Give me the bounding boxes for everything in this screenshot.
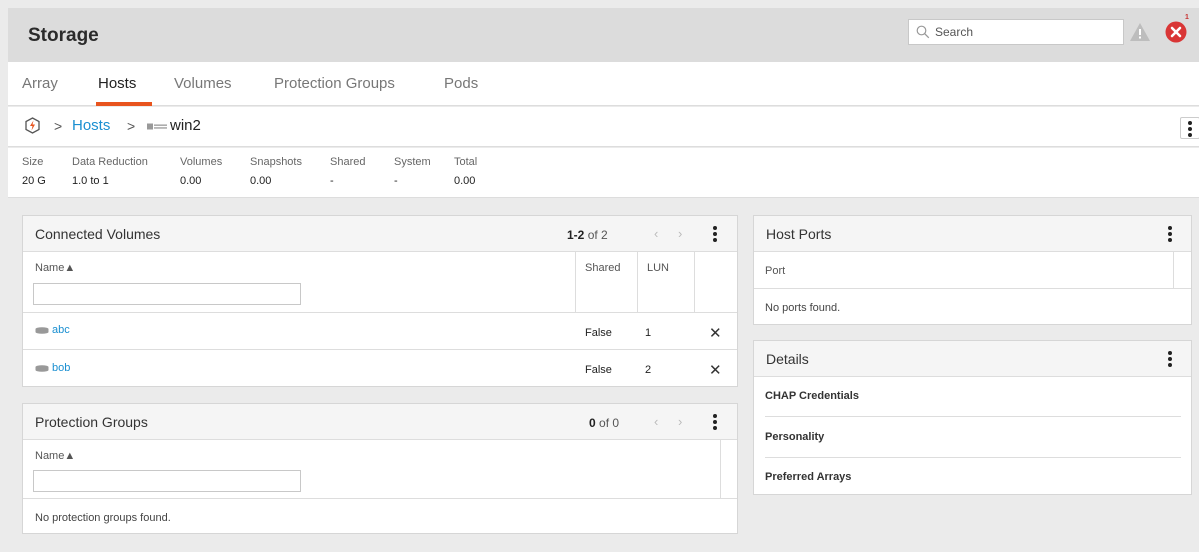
column-header-name[interactable]: Name▲ — [35, 262, 75, 274]
column-header-name[interactable]: Name▲ — [35, 450, 75, 462]
stat-snapshots-label: Snapshots — [250, 156, 302, 168]
kebab-icon[interactable] — [1168, 351, 1172, 369]
column-header-shared[interactable]: Shared — [585, 262, 620, 274]
empty-message: No protection groups found. — [35, 512, 171, 524]
row-divider — [754, 288, 1191, 289]
stat-system-value: - — [394, 175, 398, 187]
warning-icon[interactable] — [1129, 22, 1151, 42]
row-divider — [765, 416, 1181, 417]
name-filter-input[interactable] — [33, 283, 301, 305]
pager-count: 1-2 of 2 — [567, 228, 608, 242]
pager-total: of 2 — [587, 228, 608, 242]
error-alert-icon[interactable] — [1165, 21, 1187, 43]
page-header: Storage 1 — [8, 8, 1199, 62]
detail-chap-credentials[interactable]: CHAP Credentials — [765, 390, 859, 402]
volume-icon — [35, 327, 49, 334]
panel-header: Connected Volumes 1-2 of 2 ‹ › — [23, 216, 737, 252]
pager-range: 0 — [589, 416, 596, 430]
row-divider — [765, 457, 1181, 458]
host-actions-menu-button[interactable] — [1180, 117, 1199, 139]
host-icon — [147, 123, 167, 130]
details-panel: Details CHAP Credentials Personality Pre… — [753, 340, 1192, 495]
lun-cell: 1 — [645, 327, 652, 339]
pager-total: of 0 — [599, 416, 620, 430]
breadcrumb-current: win2 — [170, 117, 201, 134]
pager-arrows[interactable]: ‹ › — [654, 414, 690, 429]
tab-array[interactable]: Array — [22, 75, 58, 92]
lun-cell: 2 — [645, 364, 652, 376]
shared-cell: False — [585, 327, 612, 339]
column-header-lun[interactable]: LUN — [647, 262, 669, 274]
panel-title: Connected Volumes — [35, 226, 161, 242]
tab-bar: Array Hosts Volumes Protection Groups Po… — [8, 62, 1199, 106]
alert-count-badge: 1 — [1185, 14, 1189, 21]
column-divider — [575, 252, 576, 312]
volume-icon — [35, 365, 49, 372]
detail-personality[interactable]: Personality — [765, 431, 824, 443]
panel-title: Host Ports — [766, 226, 832, 242]
stat-system-label: System — [394, 156, 431, 168]
volume-link[interactable]: bob — [52, 362, 70, 374]
kebab-icon — [1188, 121, 1192, 137]
stat-snapshots-value: 0.00 — [250, 175, 272, 187]
host-ports-panel: Host Ports Port No ports found. — [753, 215, 1192, 325]
tab-protection-groups[interactable]: Protection Groups — [274, 75, 395, 92]
stat-shared-value: - — [330, 175, 334, 187]
column-header-port[interactable]: Port — [765, 265, 785, 277]
shared-cell: False — [585, 364, 612, 376]
stat-data-reduction-label: Data Reduction — [72, 156, 148, 168]
search-icon — [916, 25, 930, 39]
array-logo-icon[interactable] — [25, 117, 40, 134]
pager-range: 1-2 — [567, 228, 585, 242]
connected-volumes-panel: Connected Volumes 1-2 of 2 ‹ › Name▲ Sha… — [22, 215, 738, 387]
breadcrumb: > Hosts > win2 — [8, 107, 1199, 147]
stat-volumes-label: Volumes — [180, 156, 223, 168]
panel-header: Host Ports — [754, 216, 1191, 252]
stat-shared-label: Shared — [330, 156, 366, 168]
row-divider — [23, 312, 737, 313]
panel-header: Details — [754, 341, 1191, 377]
pager-count: 0 of 0 — [589, 416, 619, 430]
panel-title: Details — [766, 351, 809, 367]
breadcrumb-hosts-link[interactable]: Hosts — [72, 117, 110, 134]
disconnect-volume-button[interactable]: ✕ — [709, 326, 722, 341]
stat-total-label: Total — [454, 156, 478, 168]
tab-volumes[interactable]: Volumes — [174, 75, 232, 92]
column-divider — [694, 252, 695, 312]
stat-total-value: 0.00 — [454, 175, 476, 187]
host-stats: Size 20 G Data Reduction 1.0 to 1 Volume… — [8, 148, 1199, 198]
page-title: Storage — [28, 25, 99, 46]
search-input[interactable] — [935, 23, 1115, 41]
row-divider — [23, 349, 737, 350]
column-divider — [637, 252, 638, 312]
breadcrumb-separator: > — [127, 118, 136, 134]
panel-title: Protection Groups — [35, 414, 148, 430]
stat-data-reduction-value: 1.0 to 1 — [72, 175, 109, 187]
tab-hosts[interactable]: Hosts — [98, 75, 136, 92]
tab-pods[interactable]: Pods — [444, 75, 478, 92]
stat-size-value: 20 G — [22, 175, 46, 187]
stat-size-label: Size — [22, 156, 44, 168]
column-divider — [720, 440, 721, 498]
search-box[interactable] — [908, 19, 1124, 45]
name-filter-input[interactable] — [33, 470, 301, 492]
kebab-icon[interactable] — [713, 414, 717, 432]
protection-groups-panel: Protection Groups 0 of 0 ‹ › Name▲ No pr… — [22, 403, 738, 534]
breadcrumb-separator: > — [54, 118, 63, 134]
empty-message: No ports found. — [765, 302, 841, 314]
kebab-icon[interactable] — [713, 226, 717, 244]
stat-volumes-value: 0.00 — [180, 175, 202, 187]
panel-header: Protection Groups 0 of 0 ‹ › — [23, 404, 737, 440]
active-tab-indicator — [96, 102, 152, 106]
volume-link[interactable]: abc — [52, 324, 70, 336]
detail-preferred-arrays[interactable]: Preferred Arrays — [765, 471, 851, 483]
column-divider — [1173, 252, 1174, 288]
kebab-icon[interactable] — [1168, 226, 1172, 244]
pager-arrows[interactable]: ‹ › — [654, 226, 690, 241]
disconnect-volume-button[interactable]: ✕ — [709, 363, 722, 378]
row-divider — [23, 498, 737, 499]
